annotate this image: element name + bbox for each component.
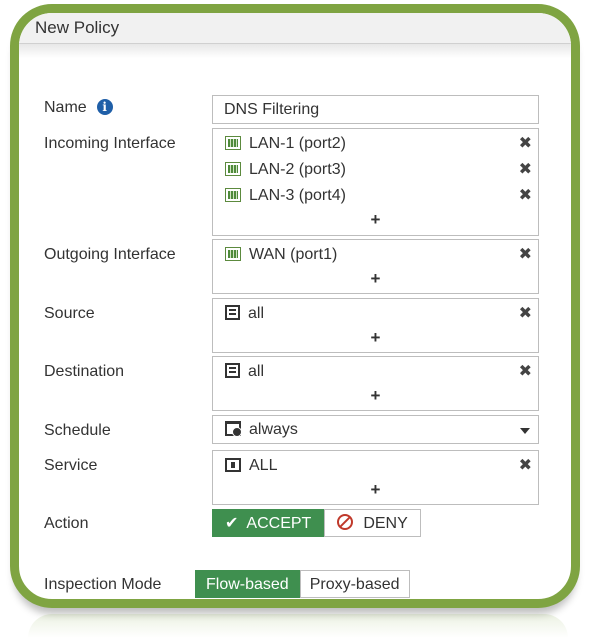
interface-item: LAN-2 (port3) ✖ bbox=[213, 157, 538, 183]
remove-icon[interactable]: ✖ bbox=[519, 359, 532, 385]
name-label-text: Name bbox=[44, 99, 87, 116]
action-label: Action bbox=[44, 515, 89, 532]
address-item: all ✖ bbox=[213, 301, 538, 327]
destination-field[interactable]: all ✖ + bbox=[212, 356, 539, 411]
address-item: all ✖ bbox=[213, 359, 538, 385]
address-icon bbox=[225, 363, 240, 378]
port-icon bbox=[225, 162, 241, 176]
interface-item: WAN (port1) ✖ bbox=[213, 242, 538, 268]
remove-icon[interactable]: ✖ bbox=[519, 301, 532, 327]
outgoing-interface-label: Outgoing Interface bbox=[44, 246, 176, 263]
window-title: New Policy bbox=[19, 13, 571, 44]
inspection-mode-toggle: Flow-based Proxy-based bbox=[195, 570, 410, 598]
panel-divider bbox=[19, 44, 571, 58]
interface-item-label: LAN-3 (port4) bbox=[249, 187, 346, 204]
add-icon[interactable]: + bbox=[213, 385, 538, 409]
port-icon bbox=[225, 188, 241, 202]
interface-item: LAN-3 (port4) ✖ bbox=[213, 183, 538, 209]
service-item: ALL ✖ bbox=[213, 453, 538, 479]
schedule-select[interactable]: always bbox=[212, 415, 539, 444]
incoming-interface-field[interactable]: LAN-1 (port2) ✖ LAN-2 (port3) ✖ LAN-3 (p… bbox=[212, 128, 539, 236]
remove-icon[interactable]: ✖ bbox=[519, 157, 532, 183]
interface-item-label: LAN-1 (port2) bbox=[249, 135, 346, 152]
action-toggle: ✔ ACCEPT DENY bbox=[212, 509, 421, 537]
remove-icon[interactable]: ✖ bbox=[519, 131, 532, 157]
name-input[interactable]: DNS Filtering bbox=[212, 95, 539, 124]
service-field[interactable]: ALL ✖ + bbox=[212, 450, 539, 505]
remove-icon[interactable]: ✖ bbox=[519, 183, 532, 209]
service-item-label: ALL bbox=[249, 457, 278, 474]
name-label: Name i bbox=[44, 99, 113, 117]
interface-item-label: WAN (port1) bbox=[249, 246, 338, 263]
chevron-down-icon[interactable] bbox=[520, 428, 530, 434]
policy-window: New Policy Name i DNS Filtering Incoming … bbox=[10, 4, 580, 608]
interface-item: LAN-1 (port2) ✖ bbox=[213, 131, 538, 157]
interface-item-label: LAN-2 (port3) bbox=[249, 161, 346, 178]
schedule-label: Schedule bbox=[44, 422, 111, 439]
inspection-mode-label: Inspection Mode bbox=[44, 576, 162, 593]
deny-label: DENY bbox=[363, 515, 408, 532]
schedule-icon bbox=[225, 421, 242, 437]
service-icon bbox=[225, 458, 241, 472]
check-icon: ✔ bbox=[225, 515, 239, 532]
port-icon bbox=[225, 136, 241, 150]
frame-reflection bbox=[28, 614, 568, 638]
source-field[interactable]: all ✖ + bbox=[212, 298, 539, 353]
port-icon bbox=[225, 247, 241, 261]
deny-button[interactable]: DENY bbox=[324, 509, 421, 537]
add-icon[interactable]: + bbox=[213, 327, 538, 351]
address-item-label: all bbox=[248, 363, 265, 380]
destination-label: Destination bbox=[44, 363, 125, 380]
add-icon[interactable]: + bbox=[213, 479, 538, 503]
schedule-value: always bbox=[249, 421, 298, 438]
flow-based-button[interactable]: Flow-based bbox=[195, 570, 300, 598]
outgoing-interface-field[interactable]: WAN (port1) ✖ + bbox=[212, 239, 539, 294]
remove-icon[interactable]: ✖ bbox=[519, 453, 532, 479]
add-icon[interactable]: + bbox=[213, 209, 538, 233]
proxy-based-button[interactable]: Proxy-based bbox=[299, 570, 410, 598]
address-item-label: all bbox=[248, 305, 265, 322]
info-icon[interactable]: i bbox=[96, 99, 113, 115]
accept-label: ACCEPT bbox=[246, 515, 312, 532]
accept-button[interactable]: ✔ ACCEPT bbox=[212, 509, 325, 537]
deny-icon bbox=[337, 514, 354, 530]
service-label: Service bbox=[44, 457, 98, 474]
address-icon bbox=[225, 305, 240, 320]
add-icon[interactable]: + bbox=[213, 268, 538, 292]
incoming-interface-label: Incoming Interface bbox=[44, 135, 176, 152]
remove-icon[interactable]: ✖ bbox=[519, 242, 532, 268]
source-label: Source bbox=[44, 305, 95, 322]
